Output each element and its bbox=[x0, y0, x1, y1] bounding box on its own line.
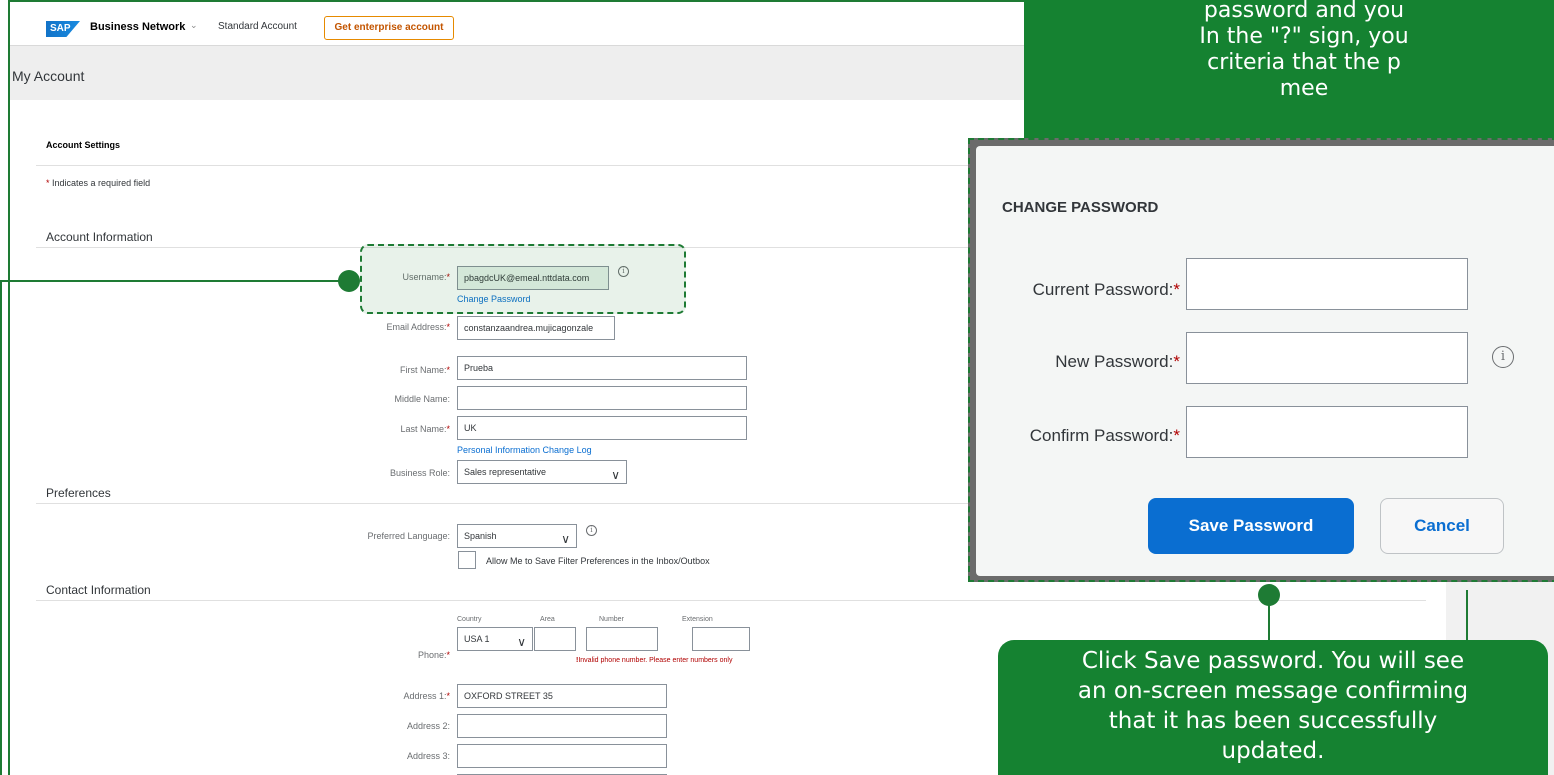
username-highlight-box bbox=[360, 244, 686, 314]
current-password-field[interactable] bbox=[1186, 258, 1468, 310]
address2-field[interactable] bbox=[457, 714, 667, 738]
phone-country-select[interactable]: USA 1 ∨ bbox=[457, 627, 533, 651]
account-information-title: Account Information bbox=[46, 230, 153, 244]
callout-line: Click Save password. You will see bbox=[1081, 648, 1465, 674]
address1-label: Address 1:* bbox=[403, 691, 450, 701]
callout-dot bbox=[338, 270, 360, 292]
preferred-language-label: Preferred Language: bbox=[367, 531, 450, 541]
divider bbox=[36, 600, 1426, 601]
phone-error-message: !Invalid phone number. Please enter numb… bbox=[576, 657, 733, 664]
chevron-down-icon: ∨ bbox=[561, 532, 570, 546]
preferences-title: Preferences bbox=[46, 486, 111, 500]
area-column-head: Area bbox=[540, 616, 555, 623]
phone-label: Phone:* bbox=[417, 650, 450, 660]
callout-dot bbox=[1258, 584, 1280, 606]
last-name-label: Last Name:* bbox=[400, 424, 450, 434]
address2-label: Address 2: bbox=[406, 721, 450, 731]
first-name-label: First Name:* bbox=[399, 365, 450, 375]
get-enterprise-account-button[interactable]: Get enterprise account bbox=[324, 16, 454, 40]
callout-line: that it has been successfully bbox=[1108, 708, 1438, 734]
save-password-callout: Click Save password. You will see an on-… bbox=[998, 640, 1548, 775]
callout-connector bbox=[1268, 604, 1270, 642]
save-password-button[interactable]: Save Password bbox=[1148, 498, 1354, 554]
password-criteria-callout: password and you In the "?" sign, you cr… bbox=[1024, 0, 1554, 160]
required-note: * Indicates a required field bbox=[46, 178, 150, 188]
middle-name-field[interactable] bbox=[457, 386, 747, 410]
business-role-label: Business Role: bbox=[389, 468, 450, 478]
sap-logo[interactable]: SAP bbox=[46, 21, 80, 37]
preferred-language-value: Spanish bbox=[464, 531, 497, 541]
language-info-icon[interactable]: i bbox=[586, 525, 597, 536]
preferred-language-select[interactable]: Spanish ∨ bbox=[457, 524, 577, 548]
callout-line: password and you bbox=[1203, 0, 1405, 23]
country-column-head: Country bbox=[457, 616, 482, 623]
current-password-label: Current Password:* bbox=[1032, 280, 1180, 299]
callout-line: mee bbox=[1279, 76, 1329, 101]
password-criteria-info-icon[interactable]: i bbox=[1492, 346, 1514, 368]
confirm-password-field[interactable] bbox=[1186, 406, 1468, 458]
filter-preferences-label: Allow Me to Save Filter Preferences in t… bbox=[486, 556, 710, 566]
middle-name-label: Middle Name: bbox=[394, 394, 450, 404]
phone-country-value: USA 1 bbox=[464, 634, 490, 644]
chevron-down-icon: ∨ bbox=[611, 468, 620, 482]
address3-field[interactable] bbox=[457, 744, 667, 768]
phone-area-field[interactable] bbox=[534, 627, 576, 651]
contact-information-title: Contact Information bbox=[46, 583, 151, 597]
filter-preferences-checkbox[interactable] bbox=[458, 551, 476, 569]
callout-connector bbox=[0, 282, 2, 775]
email-field[interactable]: constanzaandrea.mujicagonzale bbox=[457, 316, 615, 340]
email-label: Email Address:* bbox=[386, 322, 450, 332]
number-column-head: Number bbox=[599, 616, 624, 623]
callout-connector bbox=[0, 280, 344, 282]
callout-line: criteria that the p bbox=[1207, 50, 1401, 75]
extension-column-head: Extension bbox=[682, 616, 713, 623]
cancel-button[interactable]: Cancel bbox=[1380, 498, 1504, 554]
phone-number-field[interactable] bbox=[586, 627, 658, 651]
business-role-select[interactable]: Sales representative ∨ bbox=[457, 460, 627, 484]
phone-extension-field[interactable] bbox=[692, 627, 750, 651]
address1-field[interactable]: OXFORD STREET 35 bbox=[457, 684, 667, 708]
account-type-label: Standard Account bbox=[218, 21, 297, 32]
required-note-text: Indicates a required field bbox=[52, 178, 151, 188]
personal-info-change-log-link[interactable]: Personal Information Change Log bbox=[457, 445, 592, 455]
callout-line: updated. bbox=[1221, 738, 1325, 764]
change-password-dialog: CHANGE PASSWORD Current Password:* New P… bbox=[976, 146, 1554, 576]
callout-connector bbox=[1466, 590, 1468, 642]
required-marker: * bbox=[46, 178, 50, 188]
new-password-label: New Password:* bbox=[1055, 352, 1180, 371]
modal-title: CHANGE PASSWORD bbox=[1002, 199, 1159, 216]
change-password-modal-frame: CHANGE PASSWORD Current Password:* New P… bbox=[968, 138, 1554, 582]
last-name-field[interactable]: UK bbox=[457, 416, 747, 440]
product-title[interactable]: Business Network bbox=[90, 21, 185, 33]
page-title: My Account bbox=[12, 68, 85, 84]
chevron-down-icon: ∨ bbox=[517, 635, 526, 649]
callout-line: In the "?" sign, you bbox=[1199, 24, 1409, 49]
product-menu-chevron-icon[interactable]: ⌄ bbox=[190, 20, 198, 31]
account-settings-title: Account Settings bbox=[46, 140, 121, 150]
confirm-password-label: Confirm Password:* bbox=[1029, 426, 1180, 445]
callout-line: an on-screen message confirming bbox=[1077, 678, 1469, 704]
first-name-field[interactable]: Prueba bbox=[457, 356, 747, 380]
business-role-value: Sales representative bbox=[464, 467, 547, 477]
new-password-field[interactable] bbox=[1186, 332, 1468, 384]
address3-label: Address 3: bbox=[406, 751, 450, 761]
